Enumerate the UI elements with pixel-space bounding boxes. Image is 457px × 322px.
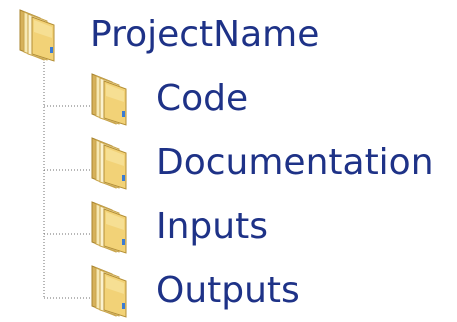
tree-item-inputs[interactable]: Inputs bbox=[86, 200, 268, 254]
folder-icon bbox=[86, 200, 136, 254]
tree-item-projectname[interactable]: ProjectName bbox=[14, 8, 319, 62]
folder-icon bbox=[86, 136, 136, 190]
folder-icon bbox=[14, 8, 64, 62]
folder-tree: ProjectName Code Documentation Inputs Ou… bbox=[0, 0, 457, 322]
tree-item-code[interactable]: Code bbox=[86, 72, 248, 126]
tree-item-label: Inputs bbox=[156, 206, 268, 247]
folder-icon bbox=[86, 264, 136, 318]
tree-item-outputs[interactable]: Outputs bbox=[86, 264, 300, 318]
tree-item-documentation[interactable]: Documentation bbox=[86, 136, 434, 190]
tree-item-label: Code bbox=[156, 78, 249, 119]
tree-item-label: Outputs bbox=[156, 270, 300, 311]
folder-icon bbox=[86, 72, 136, 126]
tree-item-label: ProjectName bbox=[90, 14, 320, 55]
tree-item-label: Documentation bbox=[156, 142, 434, 183]
